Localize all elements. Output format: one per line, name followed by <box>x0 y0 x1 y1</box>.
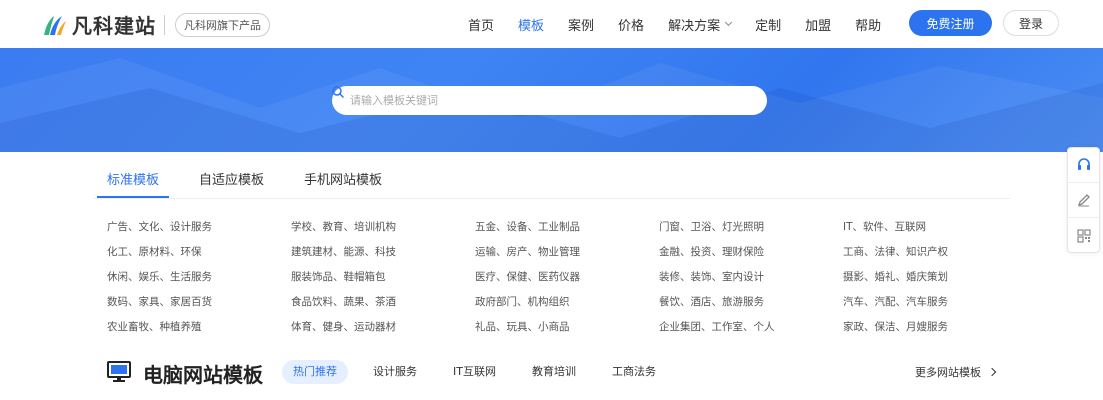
category-link[interactable]: 广告、文化、设计服务 <box>107 220 291 234</box>
brand-logo[interactable]: 凡科建站 凡科网旗下产品 <box>40 10 270 39</box>
tab-mobile-templates[interactable]: 手机网站模板 <box>304 152 382 198</box>
category-link[interactable]: 医疗、保健、医药仪器 <box>475 270 659 284</box>
nav-label: 帮助 <box>855 18 882 34</box>
tab-standard-templates[interactable]: 标准模板 <box>96 152 170 198</box>
side-float-toolbar <box>1067 147 1100 253</box>
top-header: 凡科建站 凡科网旗下产品 首页 模板 案例 价格 解决方案 定制 加盟 帮助 免… <box>0 0 1103 48</box>
chevron-right-icon <box>987 367 997 377</box>
brand-name: 凡科建站 <box>72 14 156 38</box>
nav-label: 模板 <box>518 18 545 34</box>
filter-it[interactable]: IT互联网 <box>442 360 507 384</box>
brand-badge: 凡科网旗下产品 <box>175 12 270 37</box>
template-type-tabs: 标准模板 自适应模板 手机网站模板 <box>96 152 422 198</box>
category-link[interactable]: 运输、房产、物业管理 <box>475 245 659 259</box>
category-link[interactable]: 体育、健身、运动器材 <box>291 320 475 334</box>
category-link[interactable]: 礼品、玩具、小商品 <box>475 320 659 334</box>
category-link[interactable]: 农业畜牧、种植养殖 <box>107 320 291 334</box>
industry-category-grid: 广告、文化、设计服务 学校、教育、培训机构 五金、设备、工业制品 门窗、卫浴、灯… <box>107 220 1027 334</box>
nav-item-custom[interactable]: 定制 <box>755 15 781 34</box>
nav-label: 案例 <box>568 18 595 34</box>
filter-design[interactable]: 设计服务 <box>362 360 428 384</box>
nav-item-help[interactable]: 帮助 <box>855 15 881 34</box>
category-link[interactable]: 门窗、卫浴、灯光照明 <box>659 220 843 234</box>
register-button[interactable]: 免费注册 <box>909 10 992 36</box>
nav-label: 解决方案 <box>668 18 721 34</box>
filter-education[interactable]: 教育培训 <box>521 360 587 384</box>
login-button[interactable]: 登录 <box>1003 10 1059 36</box>
hero-banner <box>0 48 1103 152</box>
category-link[interactable]: 五金、设备、工业制品 <box>475 220 659 234</box>
category-link[interactable]: IT、软件、互联网 <box>843 220 1027 234</box>
category-link[interactable]: 化工、原材料、环保 <box>107 245 291 259</box>
nav-item-franchise[interactable]: 加盟 <box>805 15 831 34</box>
customer-service-button[interactable] <box>1068 148 1099 183</box>
nav-item-home[interactable]: 首页 <box>468 15 494 34</box>
category-link[interactable]: 工商、法律、知识产权 <box>843 245 1027 259</box>
search-icon[interactable] <box>332 86 344 98</box>
filter-hot[interactable]: 热门推荐 <box>282 360 348 384</box>
category-link[interactable]: 汽车、汽配、汽车服务 <box>843 295 1027 309</box>
category-link[interactable]: 摄影、婚礼、婚庆策划 <box>843 270 1027 284</box>
category-link[interactable]: 企业集团、工作室、个人 <box>659 320 843 334</box>
category-link[interactable]: 金融、投资、理财保险 <box>659 245 843 259</box>
chevron-down-icon <box>725 18 733 27</box>
category-link[interactable]: 服装饰品、鞋帽箱包 <box>291 270 475 284</box>
pencil-icon <box>1077 194 1090 207</box>
category-link[interactable]: 餐饮、酒店、旅游服务 <box>659 295 843 309</box>
filter-legal[interactable]: 工商法务 <box>601 360 667 384</box>
section-title: 电脑网站模板 <box>143 363 263 387</box>
feedback-button[interactable] <box>1068 183 1099 218</box>
nav-item-cases[interactable]: 案例 <box>568 15 594 34</box>
headset-icon <box>1077 158 1090 170</box>
tabs-divider <box>94 198 1010 199</box>
more-templates-link[interactable]: 更多网站模板 <box>915 364 997 380</box>
category-link[interactable]: 数码、家具、家居百货 <box>107 295 291 309</box>
qrcode-icon <box>1076 228 1091 243</box>
main-nav: 首页 模板 案例 价格 解决方案 定制 加盟 帮助 <box>456 0 893 48</box>
nav-item-solutions[interactable]: 解决方案 <box>668 15 733 34</box>
nav-label: 价格 <box>618 18 645 34</box>
nav-label: 加盟 <box>805 18 832 34</box>
category-link[interactable]: 食品饮料、蔬果、茶酒 <box>291 295 475 309</box>
category-link[interactable]: 家政、保洁、月嫂服务 <box>843 320 1027 334</box>
nav-item-pricing[interactable]: 价格 <box>618 15 644 34</box>
category-link[interactable]: 建筑建材、能源、科技 <box>291 245 475 259</box>
pc-templates-section-header: 电脑网站模板 热门推荐 设计服务 IT互联网 教育培训 工商法务 更多网站模板 <box>107 358 1007 388</box>
section-filter-tabs: 热门推荐 设计服务 IT互联网 教育培训 工商法务 <box>282 360 681 384</box>
category-link[interactable]: 休闲、娱乐、生活服务 <box>107 270 291 284</box>
brand-separator <box>164 14 165 35</box>
brand-logo-icon <box>40 11 68 39</box>
category-link[interactable]: 装修、装饰、室内设计 <box>659 270 843 284</box>
nav-label: 定制 <box>755 18 782 34</box>
nav-label: 首页 <box>468 18 495 34</box>
more-label: 更多网站模板 <box>915 366 981 379</box>
search-box <box>332 86 767 115</box>
qrcode-button[interactable] <box>1068 218 1099 253</box>
category-link[interactable]: 政府部门、机构组织 <box>475 295 659 309</box>
category-link[interactable]: 学校、教育、培训机构 <box>291 220 475 234</box>
monitor-icon <box>107 361 131 382</box>
search-input[interactable] <box>350 94 720 107</box>
nav-item-templates[interactable]: 模板 <box>518 15 544 34</box>
tab-responsive-templates[interactable]: 自适应模板 <box>199 152 264 198</box>
